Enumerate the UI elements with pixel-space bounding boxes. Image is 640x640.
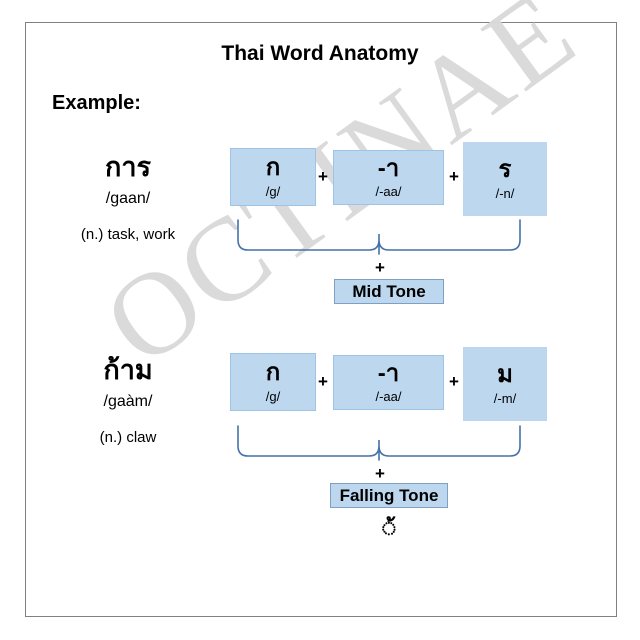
morpheme-glyph-1-2: -า bbox=[377, 154, 400, 182]
word-thai-2: ก้าม bbox=[103, 355, 153, 385]
grouping-brace-2 bbox=[237, 425, 521, 461]
word-gloss-2: (n.) claw bbox=[99, 429, 157, 447]
morpheme-glyph-2-3: ม bbox=[497, 361, 513, 389]
morpheme-phonetic-2-2: /-aa/ bbox=[375, 389, 402, 405]
word-entry-2: ก้าม /gaàm/ (n.) claw bbox=[38, 355, 218, 446]
word-gloss-1: (n.) task, work bbox=[80, 226, 176, 244]
tone-label-1: Mid Tone bbox=[352, 281, 426, 301]
word-phonetic-1: /gaan/ bbox=[105, 190, 151, 208]
word-thai-1: การ bbox=[104, 152, 151, 182]
word-phonetic-2: /gaàm/ bbox=[103, 393, 153, 411]
morpheme-box-2-1[interactable]: ก /g/ bbox=[230, 353, 316, 411]
morpheme-phonetic-2-1: /g/ bbox=[265, 388, 281, 404]
diagram-canvas: OCTINAE Thai Word Anatomy Example: การ /… bbox=[0, 0, 640, 640]
morpheme-phonetic-2-3: /-m/ bbox=[493, 390, 517, 406]
word-entry-1: การ /gaan/ (n.) task, work bbox=[38, 152, 218, 243]
morpheme-phonetic-1-3: /-n/ bbox=[495, 185, 515, 201]
plus-operator-1-2: + bbox=[449, 167, 459, 186]
morpheme-glyph-1-3: ร bbox=[498, 156, 512, 184]
plus-operator-1-1: + bbox=[318, 167, 328, 186]
morpheme-glyph-2-1: ก bbox=[265, 359, 281, 387]
morpheme-glyph-2-2: -า bbox=[377, 359, 400, 387]
combine-operator-1: + bbox=[375, 258, 385, 277]
combine-operator-2: + bbox=[375, 464, 385, 483]
morpheme-box-1-2[interactable]: -า /-aa/ bbox=[333, 150, 444, 205]
morpheme-box-2-2[interactable]: -า /-aa/ bbox=[333, 355, 444, 410]
tone-mark-2: ◌้ bbox=[382, 515, 396, 540]
grouping-brace-1 bbox=[237, 219, 521, 255]
morpheme-phonetic-1-2: /-aa/ bbox=[375, 184, 402, 200]
tone-box-2[interactable]: Falling Tone bbox=[330, 483, 448, 508]
morpheme-box-1-1[interactable]: ก /g/ bbox=[230, 148, 316, 206]
example-label: Example: bbox=[52, 92, 141, 114]
page-title: Thai Word Anatomy bbox=[221, 42, 419, 65]
tone-label-2: Falling Tone bbox=[339, 485, 439, 505]
plus-operator-2-2: + bbox=[449, 372, 459, 391]
morpheme-box-2-3[interactable]: ม /-m/ bbox=[463, 347, 547, 421]
plus-operator-2-1: + bbox=[318, 372, 328, 391]
morpheme-box-1-3[interactable]: ร /-n/ bbox=[463, 142, 547, 216]
morpheme-glyph-1-1: ก bbox=[265, 154, 281, 182]
tone-box-1[interactable]: Mid Tone bbox=[334, 279, 444, 304]
morpheme-phonetic-1-1: /g/ bbox=[265, 183, 281, 199]
